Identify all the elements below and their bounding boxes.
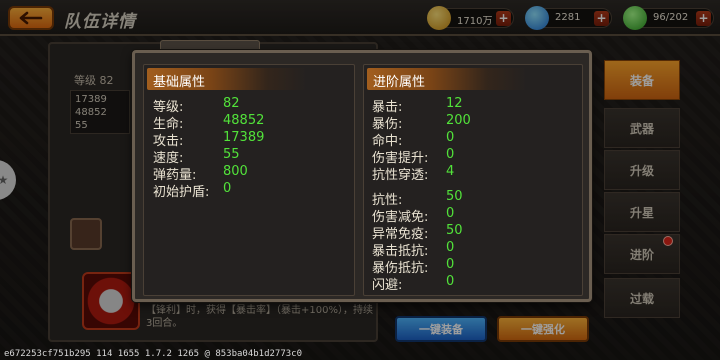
stat-value: 55 [223, 147, 240, 162]
advanced-attributes-title: 进阶属性 [367, 68, 527, 90]
stat-value: 12 [446, 96, 463, 111]
stat-value: 800 [223, 164, 248, 179]
stat-label: 闪避: [372, 278, 403, 293]
stat-value: 50 [446, 189, 463, 204]
stat-value: 0 [446, 206, 455, 221]
stat-value: 0 [446, 274, 455, 289]
advanced-attributes-panel: 进阶属性 暴击: 12 暴伤: 200 命中: 0 伤害提升: 0 抗性穿透: … [363, 64, 583, 296]
stat-value: 0 [446, 130, 455, 145]
stat-value: 82 [223, 96, 240, 111]
stat-value: 0 [223, 181, 232, 196]
stat-value: 0 [446, 240, 455, 255]
stat-value: 0 [446, 147, 455, 162]
stat-value: 48852 [223, 113, 265, 128]
basic-attributes-panel: 基础属性 等级: 82 生命: 48852 攻击: 17389 速度: 55 弹… [143, 64, 355, 296]
stat-label: 抗性穿透: [372, 168, 429, 183]
stat-value: 0 [446, 257, 455, 272]
stat-value: 200 [446, 113, 471, 128]
stat-value: 50 [446, 223, 463, 238]
attributes-modal: 基础属性 等级: 82 生命: 48852 攻击: 17389 速度: 55 弹… [132, 50, 592, 302]
basic-attributes-title: 基础属性 [147, 68, 307, 90]
stat-label: 初始护盾: [153, 185, 210, 200]
stat-value: 4 [446, 164, 455, 179]
stat-value: 17389 [223, 130, 265, 145]
debug-build-string: e672253cf751b295 114 1655 1.7.2 1265 @ 8… [4, 349, 303, 359]
